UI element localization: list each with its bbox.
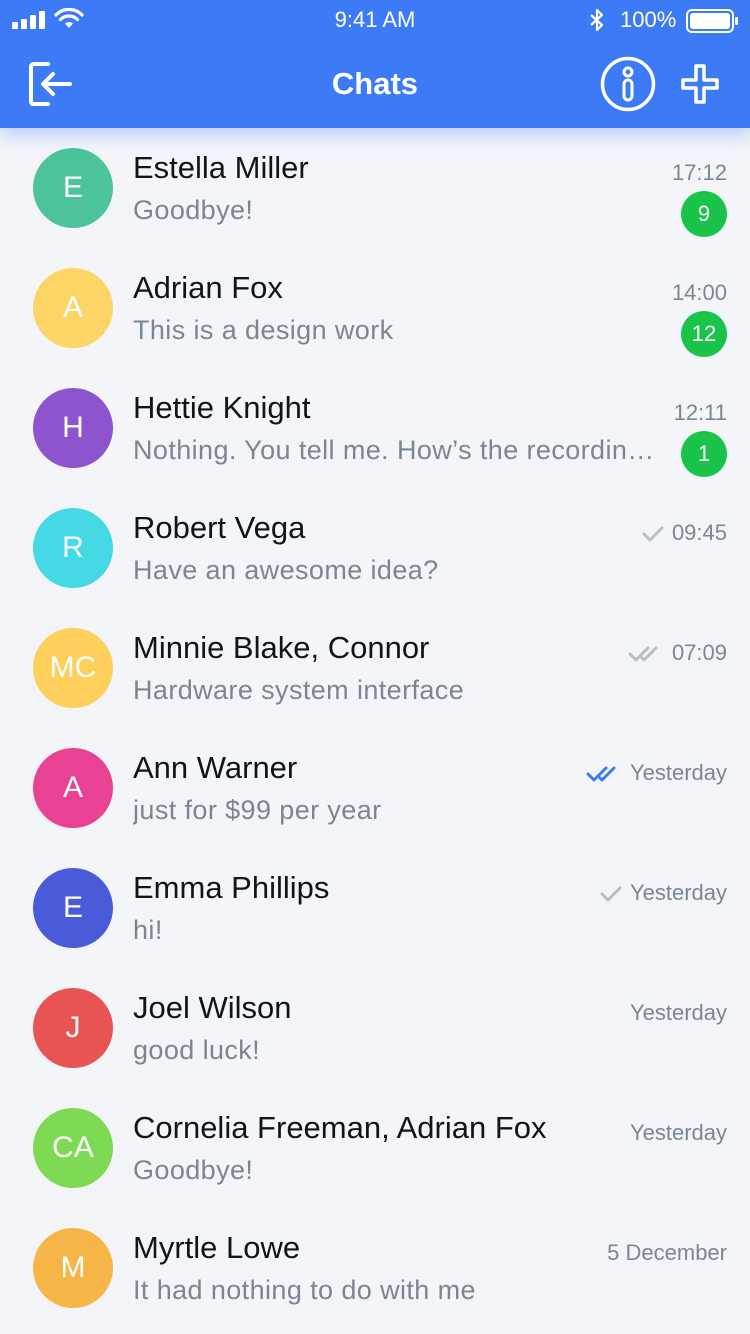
chat-name: Adrian Fox [133, 270, 283, 305]
avatar: H [33, 388, 113, 468]
chat-name: Estella Miller [133, 150, 309, 185]
chat-timestamp: 14:00 [672, 280, 727, 306]
chat-name: Hettie Knight [133, 390, 311, 425]
avatar: J [33, 988, 113, 1068]
chat-timestamp: 5 December [607, 1240, 727, 1266]
chat-name: Emma Phillips [133, 870, 330, 905]
bluetooth-icon [590, 8, 604, 32]
chat-time-text: 12:11 [673, 400, 727, 425]
info-button[interactable] [600, 56, 656, 112]
chat-name: Cornelia Freeman, Adrian Fox [133, 1110, 547, 1145]
info-icon [600, 56, 656, 112]
chat-list-item[interactable]: MC Minnie Blake, Connor Hardware system in… [0, 608, 750, 728]
chat-last-message: This is a design work [133, 315, 394, 345]
chat-time-text: Yesterday [629, 880, 727, 905]
chat-time-text: 07:09 [671, 640, 727, 665]
header: 9:41 AM 100% Chats [0, 0, 750, 128]
chat-list-item[interactable]: E Estella Miller Goodbye! 17:12 9 [0, 128, 750, 248]
nav-bar: Chats [0, 40, 750, 128]
unread-badge: 1 [681, 431, 727, 477]
chat-last-message: It had nothing to do with me [133, 1275, 476, 1305]
chat-last-message: Goodbye! [133, 1155, 254, 1185]
unread-badge: 12 [681, 311, 727, 357]
battery-percentage: 100% [620, 7, 677, 32]
chat-list-item[interactable]: CA Cornelia Freeman, Adrian Fox Goodbye! Ye… [0, 1088, 750, 1208]
chat-name: Robert Vega [133, 510, 306, 545]
status-bar: 9:41 AM 100% [0, 0, 750, 40]
chat-name: Joel Wilson [133, 990, 292, 1025]
avatar: R [33, 508, 113, 588]
avatar: E [33, 868, 113, 948]
chat-time-text: Yesterday [629, 1000, 727, 1025]
chat-list-item[interactable]: H Hettie Knight Nothing. You tell me. How’… [0, 368, 750, 488]
chat-last-message: Hardware system interface [133, 675, 465, 705]
chat-last-message: good luck! [133, 1035, 261, 1065]
chat-list-item[interactable]: A Adrian Fox This is a design work 14:00 12 [0, 248, 750, 368]
chat-last-message: Goodbye! [133, 195, 254, 225]
chat-time-text: 09:45 [671, 520, 727, 545]
chat-time-text: 5 December [607, 1240, 727, 1265]
chat-time-text: Yesterday [629, 1120, 727, 1145]
chat-timestamp: Yesterday [630, 1000, 727, 1026]
chat-time-text: 17:12 [671, 160, 727, 185]
avatar: A [33, 268, 113, 348]
battery-icon [686, 9, 738, 33]
chat-timestamp: 12:11 [674, 400, 727, 426]
sent-check-icon [600, 886, 622, 902]
chat-list-item[interactable]: J Joel Wilson good luck! Yesterday [0, 968, 750, 1088]
chat-last-message: Nothing. You tell me. How’s the recordin… [133, 435, 663, 465]
chat-name: Myrtle Lowe [133, 1230, 301, 1265]
plus-icon [681, 64, 719, 104]
chat-timestamp: 17:12 [672, 160, 727, 186]
chat-name: Minnie Blake, Connor [133, 630, 430, 665]
chat-name: Ann Warner [133, 750, 298, 785]
chat-last-message: Have an awesome idea? [133, 555, 439, 585]
chat-list-item[interactable]: R Robert Vega Have an awesome idea? 09:45 [0, 488, 750, 608]
delivered-check-icon [628, 646, 658, 662]
new-chat-button[interactable] [681, 64, 719, 104]
chat-timestamp: 07:09 [628, 640, 727, 666]
avatar: MC [33, 628, 113, 708]
avatar: M [33, 1228, 113, 1308]
unread-badge: 9 [681, 191, 727, 237]
chat-list-item[interactable]: M Myrtle Lowe It had nothing to do with me… [0, 1208, 750, 1328]
chat-list-item[interactable]: E Emma Phillips hi! Yesterday [0, 848, 750, 968]
avatar: CA [33, 1108, 113, 1188]
chat-time-text: Yesterday [629, 760, 727, 785]
read-check-icon [586, 766, 616, 782]
chat-timestamp: Yesterday [630, 1120, 727, 1146]
chat-time-text: 14:00 [671, 280, 727, 305]
chat-timestamp: 09:45 [642, 520, 727, 546]
avatar: E [33, 148, 113, 228]
chat-last-message: hi! [133, 915, 163, 945]
chat-timestamp: Yesterday [586, 760, 727, 786]
chat-last-message: just for $99 per year [133, 795, 382, 825]
chat-timestamp: Yesterday [600, 880, 727, 906]
chat-list-item[interactable]: A Ann Warner just for $99 per year Yesterda… [0, 728, 750, 848]
sent-check-icon [642, 526, 664, 542]
avatar: A [33, 748, 113, 828]
